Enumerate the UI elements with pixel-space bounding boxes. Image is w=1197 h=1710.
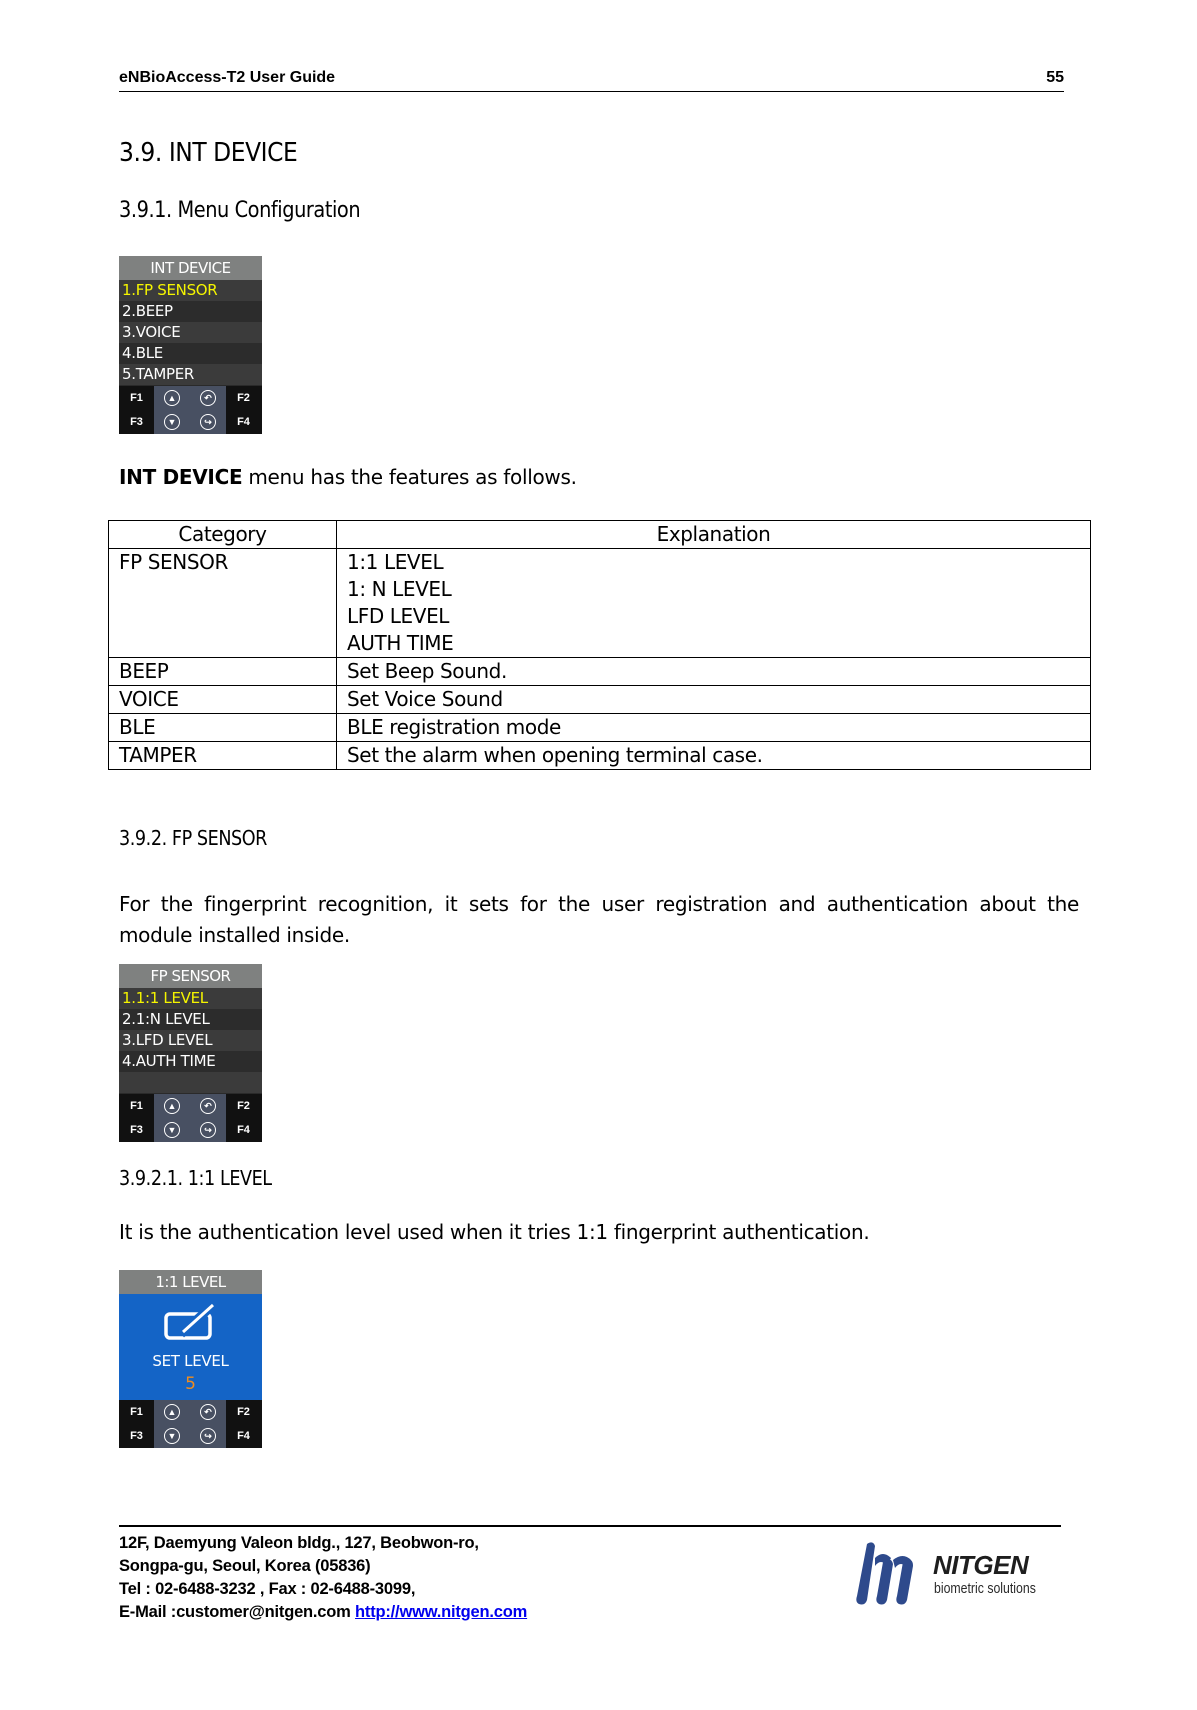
website-link[interactable]: http://www.nitgen.com [355,1603,527,1621]
lcd-1-1-level-screen: 1:1 LEVEL SET LEVEL 5 F1 ▲ ↶ F2 F3 ▼ ↪ F… [119,1270,262,1448]
explanation-line: LFD LEVEL [347,604,450,628]
nitgen-logo-mark-icon [856,1542,913,1605]
level-value: 5 [185,1374,196,1394]
header-category: Category [108,520,337,549]
cell-explanation: Set Voice Sound [336,685,1091,714]
explanation-line: 1: N LEVEL [347,577,452,601]
f4-key: F4 [226,1424,261,1448]
f1-key: F1 [119,1400,154,1424]
cell-explanation: Set the alarm when opening terminal case… [336,741,1091,770]
enter-icon: ↪ [200,1428,216,1444]
down-arrow-icon: ▼ [164,1428,180,1444]
cell-category: BEEP [108,657,337,686]
down-arrow-icon: ▼ [164,414,180,430]
footer-contact-line: E-Mail :customer@nitgen.com http://www.n… [119,1601,527,1624]
footer-address-line2: Songpa-gu, Seoul, Korea (05836) [119,1557,371,1575]
subsubsection-1-1-level: 3.9.2.1. 1:1 LEVEL [119,1166,272,1190]
lcd-fp-sensor-screen: FP SENSOR 1.1:1 LEVEL 2.1:N LEVEL 3.LFD … [119,964,262,1142]
cell-category: FP SENSOR [108,548,337,658]
lcd-int-device-screen: INT DEVICE 1.FP SENSOR 2.BEEP 3.VOICE 4.… [119,256,262,434]
lcd-menu-item: 4.BLE [119,343,262,364]
nitgen-logo: NITGEN biometric solutions [853,1540,1065,1606]
f2-key: F2 [226,1400,261,1424]
footer-phone: Tel : 02-6488-3232 , Fax : 02-6488-3099, [119,1580,416,1598]
fp-sensor-paragraph: For the fingerprint recognition, it sets… [119,892,1079,947]
section-title: 3.9. INT DEVICE [119,138,298,168]
edit-icon [164,1302,217,1340]
lcd-menu-item: 1.1:1 LEVEL [119,988,262,1009]
f1-key: F1 [119,1094,154,1118]
lcd-title: 1:1 LEVEL [119,1270,262,1294]
f4-key: F4 [226,410,261,434]
f4-key: F4 [226,1118,261,1142]
set-level-label: SET LEVEL [152,1352,229,1370]
explanation-line: 1:1 LEVEL [347,550,444,574]
cell-category: VOICE [108,685,337,714]
back-icon: ↶ [200,390,216,406]
lcd-menu-item-empty [119,1072,262,1093]
lcd-menu-item: 2.1:N LEVEL [119,1009,262,1030]
back-icon: ↶ [200,1404,216,1420]
lcd-menu-item: 2.BEEP [119,301,262,322]
header-explanation: Explanation [336,520,1091,549]
table-row: VOICE Set Voice Sound [108,685,1091,714]
up-arrow-icon: ▲ [164,1098,180,1114]
f1-key: F1 [119,386,154,410]
enter-icon: ↪ [200,1122,216,1138]
lcd-title: FP SENSOR [119,964,262,988]
back-icon: ↶ [200,1098,216,1114]
lcd-menu-item: 3.LFD LEVEL [119,1030,262,1051]
logo-tagline: biometric solutions [934,1580,1036,1597]
intro-paragraph: INT DEVICE menu has the features as foll… [119,465,577,489]
lcd-title: INT DEVICE [119,256,262,280]
table-row: BLE BLE registration mode [108,713,1091,742]
intro-bold: INT DEVICE [119,465,243,489]
lcd-menu-item: 1.FP SENSOR [119,280,262,301]
page-number: 55 [1046,69,1064,86]
cell-explanation: 1:1 LEVEL 1: N LEVEL LFD LEVEL AUTH TIME [336,548,1091,658]
f2-key: F2 [226,386,261,410]
down-arrow-icon: ▼ [164,1122,180,1138]
level-paragraph: It is the authentication level used when… [119,1220,870,1244]
footer-address-block: 12F, Daemyung Valeon bldg., 127, Beobwon… [119,1532,527,1624]
footer-divider [119,1525,1061,1527]
logo-brand-text: NITGEN [933,1550,1029,1580]
up-arrow-icon: ▲ [164,1404,180,1420]
f3-key: F3 [119,410,154,434]
table-row: FP SENSOR 1:1 LEVEL 1: N LEVEL LFD LEVEL… [108,548,1091,658]
f3-key: F3 [119,1118,154,1142]
cell-explanation: Set Beep Sound. [336,657,1091,686]
subsection-menu-configuration: 3.9.1. Menu Configuration [119,198,361,223]
lcd-set-level-panel: SET LEVEL 5 [119,1294,262,1400]
subsection-fp-sensor: 3.9.2. FP SENSOR [119,826,267,850]
intro-rest: menu has the features as follows. [242,465,577,489]
lcd-menu-item: 4.AUTH TIME [119,1051,262,1072]
table-row: TAMPER Set the alarm when opening termin… [108,741,1091,770]
cell-category: BLE [108,713,337,742]
feature-table: Category Explanation FP SENSOR 1:1 LEVEL… [108,520,1091,770]
lcd-menu-item: 3.VOICE [119,322,262,343]
table-row: BEEP Set Beep Sound. [108,657,1091,686]
document-title: eNBioAccess-T2 User Guide [119,69,336,86]
f2-key: F2 [226,1094,261,1118]
page-header: eNBioAccess-T2 User Guide 55 [119,66,1064,92]
lcd-function-keys: F1 ▲ ↶ F2 F3 ▼ ↪ F4 [119,386,262,434]
lcd-function-keys: F1 ▲ ↶ F2 F3 ▼ ↪ F4 [119,1400,262,1448]
cell-category: TAMPER [108,741,337,770]
lcd-menu-item: 5.TAMPER [119,364,262,385]
lcd-function-keys: F1 ▲ ↶ F2 F3 ▼ ↪ F4 [119,1094,262,1142]
footer-email: E-Mail :customer@nitgen.com [119,1603,356,1621]
enter-icon: ↪ [200,414,216,430]
cell-explanation: BLE registration mode [336,713,1091,742]
f3-key: F3 [119,1424,154,1448]
up-arrow-icon: ▲ [164,390,180,406]
explanation-line: AUTH TIME [347,631,454,655]
footer-address-line1: 12F, Daemyung Valeon bldg., 127, Beobwon… [119,1534,479,1552]
table-header-row: Category Explanation [108,520,1091,549]
